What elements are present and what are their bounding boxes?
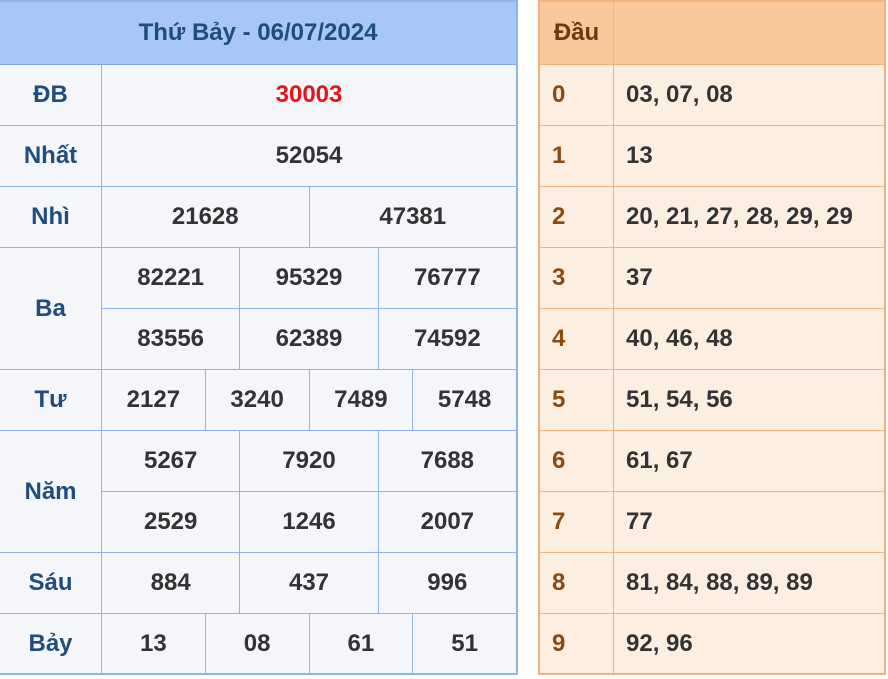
prize-values: 13 08 61 51 [102,614,516,673]
value-line: 21628 47381 [102,187,516,247]
dau-values: 61, 67 [626,447,693,474]
value-line: 5267 7920 7688 [102,431,516,492]
dau-row-5: 5 51, 54, 56 [540,370,884,431]
prize-label: Nhì [0,187,102,247]
value-line: 30003 [102,65,516,125]
prize-number: 52054 [275,142,343,169]
dau-row-7: 7 77 [540,492,884,553]
dau-digit: 4 [540,309,614,369]
prize-number: 95329 [240,248,379,308]
dau-row-0: 0 03, 07, 08 [540,65,884,126]
dau-row-3: 3 37 [540,248,884,309]
dau-values: 13 [626,142,653,169]
value-line: 884 437 996 [102,553,516,613]
prize-values: 2127 3240 7489 5748 [102,370,516,430]
prize-number: 13 [102,614,206,673]
prize-row-bay: Bảy 13 08 61 51 [0,614,516,673]
prize-number: 2529 [102,492,241,552]
dau-row-8: 8 81, 84, 88, 89, 89 [540,553,884,614]
prize-number: 437 [240,553,379,613]
prize-number: 5267 [102,431,241,491]
prize-label: Nhất [0,126,102,186]
dau-digit: 1 [540,126,614,186]
dau-values: 81, 84, 88, 89, 89 [626,569,813,596]
prize-number: 996 [427,569,468,596]
prize-number: 21628 [102,187,310,247]
prize-row-sau: Sáu 884 437 996 [0,553,516,614]
value-line: 52054 [102,126,516,186]
prize-number: 47381 [379,203,447,230]
prize-row-nam: Năm 5267 7920 7688 2529 1246 2007 [0,431,516,553]
prize-number: 62389 [240,309,379,369]
dau-table: Đầu 0 03, 07, 08 1 13 2 20, 21, 27, 28, … [538,0,886,675]
dau-values: 92, 96 [626,629,693,657]
prize-label: Bảy [0,614,102,673]
prize-number: 7920 [240,431,379,491]
prize-label: Năm [0,431,102,552]
prize-row-tu: Tư 2127 3240 7489 5748 [0,370,516,431]
prize-number: 884 [102,553,241,613]
results-title: Thứ Bảy - 06/07/2024 [0,2,516,65]
prize-number: 74592 [413,325,481,352]
prize-label: Sáu [0,553,102,613]
prize-number: 1246 [240,492,379,552]
prize-number: 3240 [206,370,310,430]
dau-values: 03, 07, 08 [626,81,733,108]
dau-values: 37 [626,264,653,291]
dau-row-6: 6 61, 67 [540,431,884,492]
prize-number: 51 [451,629,478,657]
dau-values: 20, 21, 27, 28, 29, 29 [626,203,853,230]
dau-digit: 0 [540,65,614,125]
dau-header-blank [614,2,884,64]
dau-digit: 8 [540,553,614,613]
special-prize-number: 30003 [275,81,343,108]
prize-values: 82221 95329 76777 83556 62389 74592 [102,248,516,369]
prize-number: 5748 [437,386,492,413]
dau-row-1: 1 13 [540,126,884,187]
dau-values: 40, 46, 48 [626,325,733,352]
value-line: 82221 95329 76777 [102,248,516,309]
prize-label: ĐB [0,65,102,125]
value-line: 13 08 61 51 [102,614,516,673]
prize-number: 76777 [413,264,481,291]
dau-digit: 3 [540,248,614,308]
dau-digit: 9 [540,614,614,673]
prize-row-db: ĐB 30003 [0,65,516,126]
dau-row-4: 4 40, 46, 48 [540,309,884,370]
dau-digit: 6 [540,431,614,491]
prize-number: 08 [206,614,310,673]
prize-values: 21628 47381 [102,187,516,247]
prize-values: 5267 7920 7688 2529 1246 2007 [102,431,516,552]
value-line: 2529 1246 2007 [102,492,516,552]
dau-digit: 5 [540,370,614,430]
dau-row-2: 2 20, 21, 27, 28, 29, 29 [540,187,884,248]
dau-header-label: Đầu [540,2,614,64]
dau-digit: 7 [540,492,614,552]
prize-values: 52054 [102,126,516,186]
prize-number: 2127 [102,370,206,430]
prize-row-nhi: Nhì 21628 47381 [0,187,516,248]
dau-digit: 2 [540,187,614,247]
prize-number: 2007 [420,508,475,535]
prize-number: 83556 [102,309,241,369]
dau-values: 77 [626,508,653,535]
prize-number: 82221 [102,248,241,308]
prize-number: 7489 [310,370,414,430]
prize-label: Ba [0,248,102,369]
value-line: 83556 62389 74592 [102,309,516,369]
value-line: 2127 3240 7489 5748 [102,370,516,430]
prize-row-ba: Ba 82221 95329 76777 83556 62389 74592 [0,248,516,370]
prize-number: 61 [310,614,414,673]
dau-values: 51, 54, 56 [626,386,733,413]
prize-values: 30003 [102,65,516,125]
dau-header: Đầu [540,2,884,65]
results-table: Thứ Bảy - 06/07/2024 ĐB 30003 Nhất 52054… [0,0,518,675]
prize-values: 884 437 996 [102,553,516,613]
dau-row-9: 9 92, 96 [540,614,884,673]
prize-number: 7688 [420,447,475,474]
prize-row-nhat: Nhất 52054 [0,126,516,187]
prize-label: Tư [0,370,102,430]
